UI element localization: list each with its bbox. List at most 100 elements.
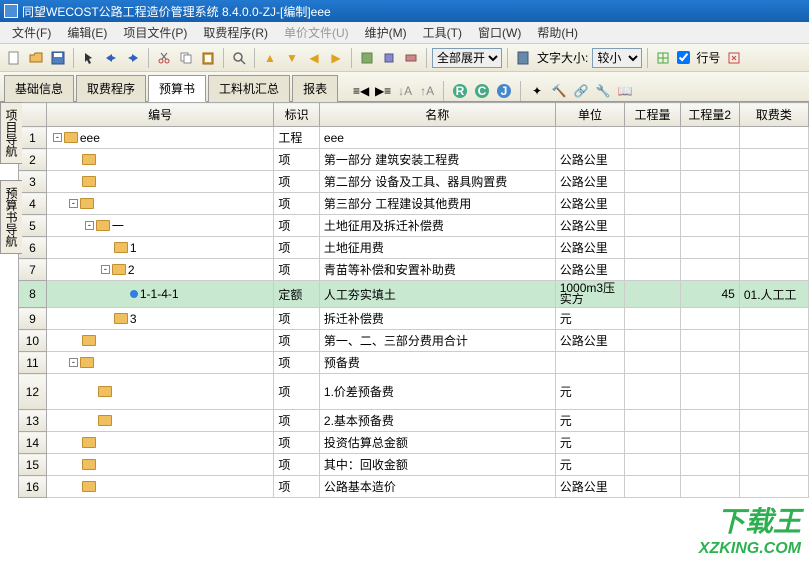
cell-code[interactable]: - <box>46 352 274 374</box>
cell-unit[interactable]: 公路公里 <box>555 171 625 193</box>
cell-name[interactable]: 公路基本造价 <box>319 476 555 498</box>
table-row[interactable]: 5-一项土地征用及拆迁补偿费公路公里 <box>19 215 809 237</box>
row-number[interactable]: 7 <box>19 259 47 281</box>
cell-q2[interactable] <box>680 410 739 432</box>
cell-unit[interactable]: 元 <box>555 410 625 432</box>
left-arrow-icon[interactable]: ◀ <box>304 48 324 68</box>
cell-q2[interactable] <box>680 215 739 237</box>
cell-fee[interactable] <box>739 127 808 149</box>
row-number[interactable]: 4 <box>19 193 47 215</box>
table-row[interactable]: 11-项预备费 <box>19 352 809 374</box>
col-header-3[interactable]: 名称 <box>319 103 555 127</box>
expand-select[interactable]: 全部展开 <box>432 48 502 68</box>
cell-mark[interactable]: 项 <box>274 308 319 330</box>
cell-q2[interactable] <box>680 171 739 193</box>
cell-name[interactable]: 投资估算总金额 <box>319 432 555 454</box>
cell-q1[interactable] <box>625 259 680 281</box>
cell-name[interactable]: eee <box>319 127 555 149</box>
cell-unit[interactable]: 元 <box>555 454 625 476</box>
up-arrow-icon[interactable]: ▲ <box>260 48 280 68</box>
cell-q1[interactable] <box>625 193 680 215</box>
calc-icon[interactable] <box>513 48 533 68</box>
expand-icon[interactable]: - <box>69 358 78 367</box>
cell-unit[interactable]: 公路公里 <box>555 237 625 259</box>
cell-name[interactable]: 其中：回收金额 <box>319 454 555 476</box>
cell-mark[interactable]: 项 <box>274 374 319 410</box>
cell-code[interactable]: 3 <box>46 308 274 330</box>
cell-code[interactable] <box>46 171 274 193</box>
col-header-2[interactable]: 标识 <box>274 103 319 127</box>
book-icon[interactable]: 📖 <box>616 82 634 100</box>
table-row[interactable]: 93项拆迁补偿费元 <box>19 308 809 330</box>
table-row[interactable]: 15 项其中：回收金额元 <box>19 454 809 476</box>
cell-q2[interactable] <box>680 432 739 454</box>
cell-name[interactable]: 2.基本预备费 <box>319 410 555 432</box>
table-row[interactable]: 81-1-4-1定额人工夯实填土1000m3压实方4501.人工工 <box>19 281 809 308</box>
col-header-6[interactable]: 工程量2 <box>680 103 739 127</box>
menu-2[interactable]: 项目文件(P) <box>115 22 195 43</box>
cell-mark[interactable]: 工程 <box>274 127 319 149</box>
cell-mark[interactable]: 项 <box>274 454 319 476</box>
cell-unit[interactable] <box>555 352 625 374</box>
cell-unit[interactable]: 公路公里 <box>555 193 625 215</box>
row-number[interactable]: 13 <box>19 410 47 432</box>
cell-q1[interactable] <box>625 476 680 498</box>
sort-asc-icon[interactable]: ↓A <box>396 82 414 100</box>
cell-code[interactable] <box>46 330 274 352</box>
cell-mark[interactable]: 项 <box>274 330 319 352</box>
hammer-icon[interactable]: 🔨 <box>550 82 568 100</box>
redo-icon[interactable] <box>123 48 143 68</box>
side-tab-budget-nav[interactable]: 预算书导航 <box>0 180 22 254</box>
cell-name[interactable]: 土地征用及拆迁补偿费 <box>319 215 555 237</box>
tab-2[interactable]: 预算书 <box>148 75 206 102</box>
cell-q1[interactable] <box>625 215 680 237</box>
cell-unit[interactable]: 元 <box>555 432 625 454</box>
cell-fee[interactable] <box>739 410 808 432</box>
row-number[interactable]: 15 <box>19 454 47 476</box>
grid-area[interactable]: 编号标识名称单位工程量工程量2取费类 1-eee工程eee2项第一部分 建筑安装… <box>18 102 809 566</box>
col-header-0[interactable] <box>19 103 47 127</box>
cell-name[interactable]: 第二部分 设备及工具、器具购置费 <box>319 171 555 193</box>
cell-unit[interactable]: 元 <box>555 374 625 410</box>
cell-mark[interactable]: 项 <box>274 259 319 281</box>
cell-mark[interactable]: 项 <box>274 193 319 215</box>
cell-q2[interactable] <box>680 237 739 259</box>
cut-icon[interactable] <box>154 48 174 68</box>
cell-fee[interactable] <box>739 237 808 259</box>
cell-fee[interactable] <box>739 171 808 193</box>
cell-q2[interactable] <box>680 127 739 149</box>
cell-fee[interactable] <box>739 476 808 498</box>
cell-q2[interactable] <box>680 149 739 171</box>
cell-q1[interactable] <box>625 410 680 432</box>
cell-unit[interactable]: 公路公里 <box>555 476 625 498</box>
cell-code[interactable]: 1 <box>46 237 274 259</box>
cell-q1[interactable] <box>625 149 680 171</box>
cell-unit[interactable]: 公路公里 <box>555 215 625 237</box>
cell-fee[interactable]: 01.人工工 <box>739 281 808 308</box>
pointer-icon[interactable] <box>79 48 99 68</box>
col-header-7[interactable]: 取费类 <box>739 103 808 127</box>
cell-name[interactable]: 土地征用费 <box>319 237 555 259</box>
cell-code[interactable] <box>46 149 274 171</box>
cell-name[interactable]: 拆迁补偿费 <box>319 308 555 330</box>
cell-q1[interactable] <box>625 330 680 352</box>
cell-code[interactable]: 1-1-4-1 <box>46 281 274 308</box>
row-number[interactable]: 12 <box>19 374 47 410</box>
cell-q1[interactable] <box>625 171 680 193</box>
table-row[interactable]: 1-eee工程eee <box>19 127 809 149</box>
tab-3[interactable]: 工料机汇总 <box>208 75 290 102</box>
row-number[interactable]: 14 <box>19 432 47 454</box>
cell-fee[interactable] <box>739 215 808 237</box>
menu-0[interactable]: 文件(F) <box>4 22 59 43</box>
row-number[interactable]: 9 <box>19 308 47 330</box>
cell-q1[interactable] <box>625 308 680 330</box>
tool2-icon[interactable] <box>379 48 399 68</box>
cell-q1[interactable] <box>625 374 680 410</box>
undo-icon[interactable] <box>101 48 121 68</box>
cell-q2[interactable]: 45 <box>680 281 739 308</box>
cell-unit[interactable] <box>555 127 625 149</box>
cell-name[interactable]: 第一部分 建筑安装工程费 <box>319 149 555 171</box>
cell-code[interactable] <box>46 476 274 498</box>
menu-8[interactable]: 帮助(H) <box>529 22 586 43</box>
right-arrow-icon[interactable]: ▶ <box>326 48 346 68</box>
